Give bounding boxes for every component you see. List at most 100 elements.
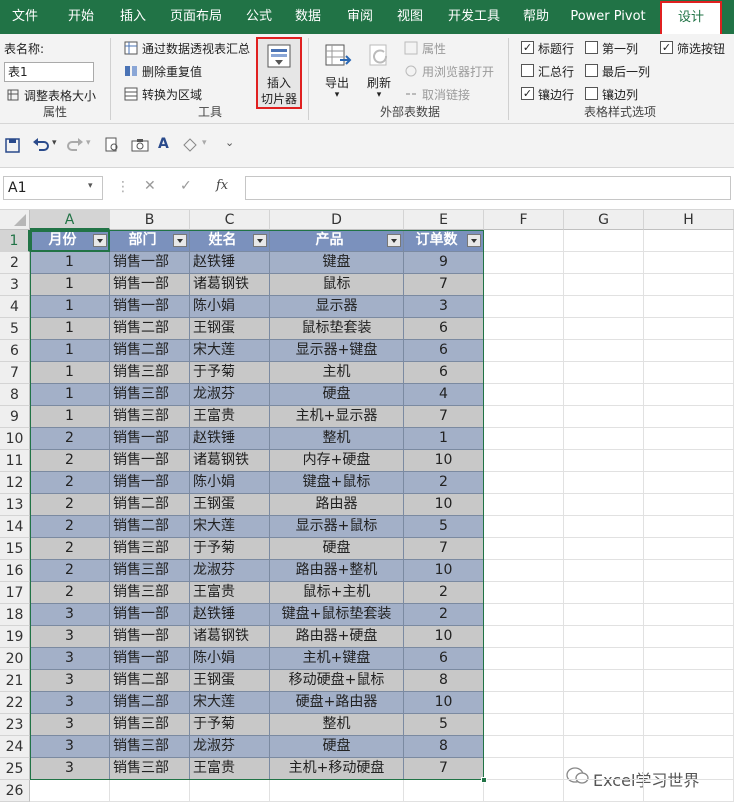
table-cell[interactable]: 于予菊	[190, 714, 270, 736]
table-cell[interactable]: 主机+键盘	[270, 648, 404, 670]
row-header-25[interactable]: 25	[0, 758, 30, 780]
row-header-24[interactable]: 24	[0, 736, 30, 758]
empty-cell[interactable]	[564, 406, 644, 428]
empty-cell[interactable]	[564, 714, 644, 736]
redo-dropdown-icon[interactable]: ▾	[86, 138, 91, 148]
table-cell[interactable]: 销售一部	[110, 428, 190, 450]
empty-cell[interactable]	[564, 450, 644, 472]
row-header-13[interactable]: 13	[0, 494, 30, 516]
table-cell[interactable]: 8	[404, 736, 484, 758]
empty-cell[interactable]	[110, 780, 190, 802]
table-cell[interactable]: 销售三部	[110, 714, 190, 736]
empty-cell[interactable]	[644, 670, 734, 692]
table-cell[interactable]: 2	[30, 582, 110, 604]
table-cell[interactable]: 赵铁锤	[190, 252, 270, 274]
empty-cell[interactable]	[644, 758, 734, 780]
table-cell[interactable]: 销售一部	[110, 626, 190, 648]
empty-cell[interactable]	[484, 560, 564, 582]
empty-cell[interactable]	[564, 516, 644, 538]
empty-cell[interactable]	[484, 318, 564, 340]
table-cell[interactable]: 于予菊	[190, 362, 270, 384]
table-header-cell[interactable]: 部门	[110, 230, 190, 252]
summarize-pivot-button[interactable]: 通过数据透视表汇总	[142, 40, 250, 57]
table-cell[interactable]: 1	[30, 362, 110, 384]
table-cell[interactable]: 销售二部	[110, 318, 190, 340]
row-header-8[interactable]: 8	[0, 384, 30, 406]
empty-cell[interactable]	[484, 230, 564, 252]
table-cell[interactable]: 10	[404, 560, 484, 582]
refresh-button[interactable]: 刷新 ▾	[360, 40, 398, 106]
table-cell[interactable]: 显示器+键盘	[270, 340, 404, 362]
table-cell[interactable]: 销售二部	[110, 516, 190, 538]
table-cell[interactable]: 键盘	[270, 252, 404, 274]
empty-cell[interactable]	[564, 538, 644, 560]
empty-cell[interactable]	[564, 626, 644, 648]
table-cell[interactable]: 销售二部	[110, 670, 190, 692]
row-header-17[interactable]: 17	[0, 582, 30, 604]
table-cell[interactable]: 1	[30, 340, 110, 362]
empty-cell[interactable]	[644, 516, 734, 538]
empty-cell[interactable]	[644, 560, 734, 582]
empty-cell[interactable]	[404, 780, 484, 802]
table-cell[interactable]: 王富贵	[190, 406, 270, 428]
empty-cell[interactable]	[644, 252, 734, 274]
table-cell[interactable]: 王富贵	[190, 758, 270, 780]
table-cell[interactable]: 6	[404, 340, 484, 362]
empty-cell[interactable]	[564, 296, 644, 318]
table-cell[interactable]: 销售三部	[110, 406, 190, 428]
undo-dropdown-icon[interactable]: ▾	[52, 138, 57, 148]
table-cell[interactable]: 于予菊	[190, 538, 270, 560]
table-cell[interactable]: 鼠标+主机	[270, 582, 404, 604]
table-header-cell[interactable]: 姓名	[190, 230, 270, 252]
camera-icon[interactable]	[131, 137, 149, 156]
table-cell[interactable]: 诸葛钢铁	[190, 626, 270, 648]
filter-dropdown-icon[interactable]	[173, 234, 187, 247]
empty-cell[interactable]	[484, 384, 564, 406]
table-cell[interactable]: 1	[30, 318, 110, 340]
convert-to-range-button[interactable]: 转换为区域	[142, 86, 202, 103]
table-header-cell[interactable]: 订单数	[404, 230, 484, 252]
unlink-button[interactable]: 取消链接	[422, 86, 470, 103]
row-header-2[interactable]: 2	[0, 252, 30, 274]
row-header-10[interactable]: 10	[0, 428, 30, 450]
empty-cell[interactable]	[644, 604, 734, 626]
column-header-H[interactable]: H	[644, 210, 734, 230]
table-cell[interactable]: 龙淑芬	[190, 560, 270, 582]
row-header-21[interactable]: 21	[0, 670, 30, 692]
table-cell[interactable]: 宋大莲	[190, 692, 270, 714]
row-header-23[interactable]: 23	[0, 714, 30, 736]
banded-rows-checkbox[interactable]: ✓	[521, 87, 534, 100]
table-cell[interactable]: 2	[404, 604, 484, 626]
save-icon[interactable]	[5, 138, 20, 156]
table-cell[interactable]: 硬盘	[270, 384, 404, 406]
table-cell[interactable]: 陈小娟	[190, 648, 270, 670]
first-column-checkbox[interactable]	[585, 41, 598, 54]
table-cell[interactable]: 2	[404, 472, 484, 494]
empty-cell[interactable]	[644, 626, 734, 648]
empty-cell[interactable]	[484, 780, 564, 802]
table-cell[interactable]: 10	[404, 626, 484, 648]
empty-cell[interactable]	[564, 692, 644, 714]
empty-cell[interactable]	[564, 362, 644, 384]
table-cell[interactable]: 3	[30, 736, 110, 758]
ribbon-tab-7[interactable]: 视图	[384, 0, 436, 34]
table-cell[interactable]: 销售一部	[110, 252, 190, 274]
row-header-4[interactable]: 4	[0, 296, 30, 318]
row-header-5[interactable]: 5	[0, 318, 30, 340]
empty-cell[interactable]	[484, 582, 564, 604]
table-cell[interactable]: 8	[404, 670, 484, 692]
table-cell[interactable]: 2	[30, 450, 110, 472]
table-cell[interactable]: 销售一部	[110, 604, 190, 626]
ribbon-tab-3[interactable]: 页面布局	[154, 0, 238, 34]
table-cell[interactable]: 销售一部	[110, 450, 190, 472]
empty-cell[interactable]	[564, 384, 644, 406]
table-cell[interactable]: 宋大莲	[190, 340, 270, 362]
empty-cell[interactable]	[564, 274, 644, 296]
table-cell[interactable]: 6	[404, 318, 484, 340]
empty-cell[interactable]	[644, 384, 734, 406]
empty-cell[interactable]	[644, 274, 734, 296]
column-header-F[interactable]: F	[484, 210, 564, 230]
table-cell[interactable]: 王钢蛋	[190, 494, 270, 516]
formula-input[interactable]	[245, 176, 731, 200]
empty-cell[interactable]	[564, 648, 644, 670]
